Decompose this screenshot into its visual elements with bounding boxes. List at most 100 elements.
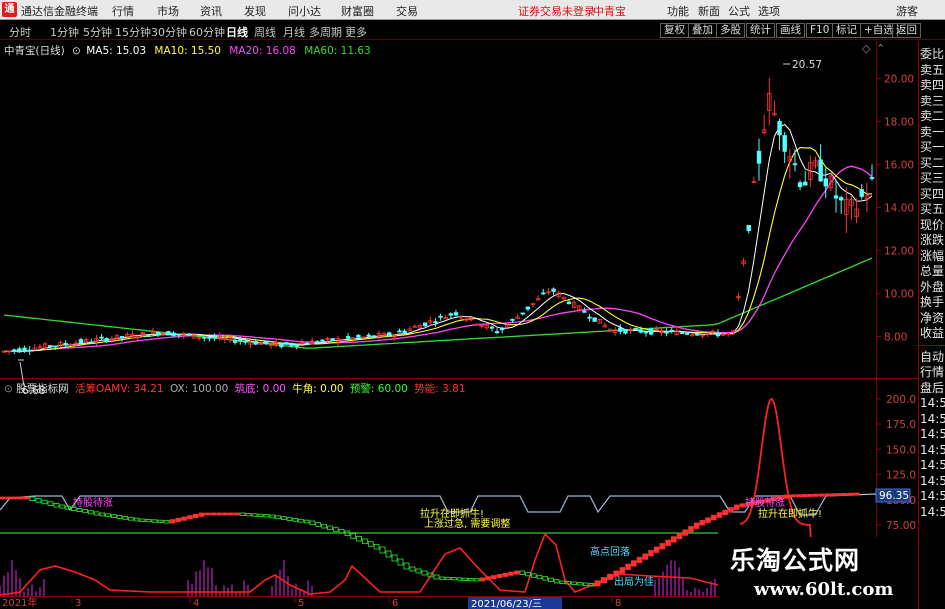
side-label-14[interactable]: 总量 bbox=[919, 264, 945, 280]
side-label-5[interactable]: 卖一 bbox=[919, 125, 945, 141]
side-time-3[interactable]: 14:5 bbox=[919, 443, 945, 459]
indicator-settings-icon[interactable]: ⊙ bbox=[4, 383, 13, 395]
trend-step bbox=[631, 560, 637, 567]
trend-step bbox=[699, 520, 706, 526]
side-label-4[interactable]: 卖二 bbox=[919, 109, 945, 125]
side-label-0[interactable]: 委比 bbox=[919, 47, 945, 63]
candle-body bbox=[638, 329, 644, 333]
candle-body bbox=[777, 120, 782, 136]
side-label-17[interactable]: 净资 bbox=[919, 311, 945, 327]
candle-body bbox=[253, 341, 258, 345]
trend-step bbox=[332, 527, 339, 532]
candle-body bbox=[453, 312, 459, 316]
side-mode-0[interactable]: 自动 bbox=[919, 350, 945, 366]
side-label-12[interactable]: 涨跌 bbox=[919, 233, 945, 249]
candle-body bbox=[279, 342, 284, 348]
adjust-annotation: 上涨过急, 需要调整 bbox=[424, 517, 510, 530]
side-label-1[interactable]: 卖五 bbox=[919, 63, 945, 79]
candle-body bbox=[104, 338, 109, 342]
trend-step bbox=[836, 493, 842, 497]
trend-step bbox=[847, 492, 854, 496]
ma10-line bbox=[3, 147, 873, 352]
param-bottom: 筑底: 0.00 bbox=[234, 383, 286, 395]
exit-annotation: 出局为佳 bbox=[614, 575, 654, 588]
candle-body bbox=[664, 331, 669, 334]
trend-step bbox=[795, 494, 802, 498]
candle-body bbox=[166, 331, 171, 336]
side-time-2[interactable]: 14:5 bbox=[919, 427, 945, 443]
trend-step bbox=[379, 546, 386, 554]
side-label-6[interactable]: 买一 bbox=[919, 140, 945, 156]
indicator-name[interactable]: 股票指标网 bbox=[16, 383, 69, 395]
trend-step bbox=[321, 523, 327, 529]
side-time-7[interactable]: 14:5 bbox=[919, 505, 945, 521]
candle-body bbox=[145, 335, 151, 337]
trend-step bbox=[807, 493, 813, 497]
side-label-10[interactable]: 买五 bbox=[919, 202, 945, 218]
candle-body bbox=[582, 310, 587, 313]
chart-canvas[interactable]: 20.00 18.00 16.00 14.00 12.00 10.00 8.00 20.57… bbox=[0, 0, 945, 609]
candle-body bbox=[155, 332, 161, 336]
side-label-8[interactable]: 买三 bbox=[919, 171, 945, 187]
side-label-13[interactable]: 涨幅 bbox=[919, 249, 945, 265]
oamv-line bbox=[0, 532, 719, 596]
hold-annotation-2: 持股待涨 bbox=[745, 496, 785, 509]
trend-step bbox=[105, 513, 111, 518]
trend-step bbox=[128, 516, 134, 521]
trend-step bbox=[733, 504, 740, 510]
trend-step bbox=[99, 512, 106, 517]
side-label-7[interactable]: 买二 bbox=[919, 156, 945, 172]
candle-body bbox=[448, 313, 454, 316]
side-label-9[interactable]: 买四 bbox=[919, 187, 945, 203]
trend-step bbox=[582, 582, 589, 586]
candle-body bbox=[623, 329, 628, 334]
side-time-6[interactable]: 14:5 bbox=[919, 489, 945, 505]
trend-step bbox=[559, 580, 566, 584]
side-label-15[interactable]: 外盘 bbox=[919, 280, 945, 296]
candle-body bbox=[541, 292, 546, 295]
candle-body bbox=[294, 344, 299, 347]
side-label-18[interactable]: 收益 bbox=[919, 326, 945, 342]
trend-step bbox=[257, 513, 264, 518]
candle-body bbox=[48, 345, 53, 348]
date-tick-label: 8 bbox=[615, 598, 621, 609]
trend-step bbox=[251, 513, 258, 517]
pullup-annotation-2: 拉升在即抓牛! bbox=[758, 507, 822, 520]
side-label-2[interactable]: 卖四 bbox=[919, 78, 945, 94]
trend-step bbox=[391, 554, 398, 562]
side-time-1[interactable]: 14:5 bbox=[919, 412, 945, 428]
trend-step bbox=[468, 578, 474, 582]
date-tick-label: 5 bbox=[298, 598, 304, 609]
trend-step bbox=[11, 496, 18, 500]
trend-step bbox=[659, 543, 666, 550]
candle-body bbox=[176, 333, 181, 336]
trend-step bbox=[35, 498, 42, 503]
trend-step bbox=[613, 570, 620, 577]
candle-body bbox=[510, 318, 515, 321]
side-mode-1[interactable]: 行情 bbox=[919, 365, 945, 381]
trend-step bbox=[409, 566, 416, 572]
candle-body bbox=[89, 341, 94, 344]
side-label-3[interactable]: 卖三 bbox=[919, 94, 945, 110]
trend-step bbox=[163, 520, 170, 524]
side-mode-2[interactable]: 盘后 bbox=[919, 381, 945, 397]
trend-step bbox=[548, 577, 554, 582]
candle-body bbox=[520, 312, 525, 315]
spike-line bbox=[739, 397, 813, 561]
side-time-5[interactable]: 14:5 bbox=[919, 474, 945, 490]
candle-body bbox=[304, 342, 310, 345]
price-tick-label: 20.00 bbox=[884, 74, 914, 86]
trend-step bbox=[145, 519, 152, 523]
trend-step bbox=[303, 519, 310, 524]
trend-step bbox=[403, 562, 410, 570]
candle-body bbox=[746, 225, 751, 232]
candle-body bbox=[63, 342, 68, 345]
side-time-0[interactable]: 14:5 bbox=[919, 396, 945, 412]
candle-body bbox=[587, 316, 592, 319]
trend-step bbox=[491, 575, 497, 580]
side-label-11[interactable]: 现价 bbox=[919, 218, 945, 234]
candle-body bbox=[684, 333, 690, 335]
side-time-4[interactable]: 14:5 bbox=[919, 458, 945, 474]
trend-step bbox=[812, 493, 819, 497]
side-label-16[interactable]: 换手 bbox=[919, 295, 945, 311]
